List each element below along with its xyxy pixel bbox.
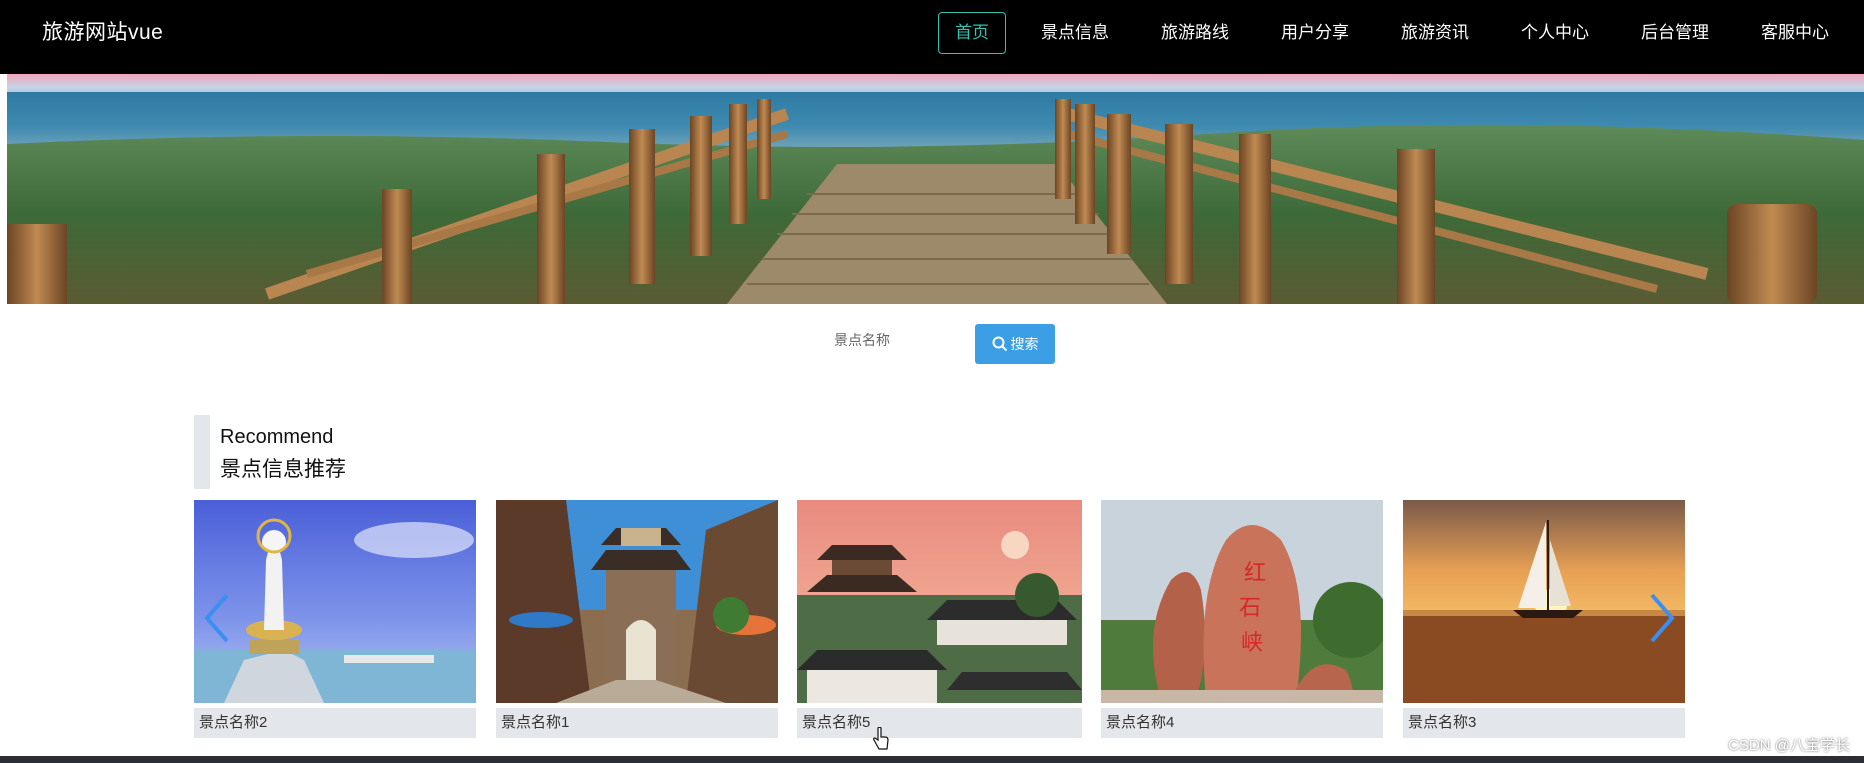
card-caption[interactable]: 景点名称3: [1403, 708, 1685, 738]
chevron-left-icon[interactable]: [202, 592, 232, 644]
watermark-text: CSDN @八宝学长: [1728, 737, 1850, 754]
svg-text:红: 红: [1244, 561, 1266, 586]
card-caption[interactable]: 景点名称4: [1101, 708, 1383, 738]
nav-item-customer-service[interactable]: 客服中心: [1744, 12, 1846, 54]
card-caption[interactable]: 景点名称5: [797, 708, 1082, 738]
nav-item-news[interactable]: 旅游资讯: [1384, 12, 1486, 54]
nav-item-admin[interactable]: 后台管理: [1624, 12, 1726, 54]
search-field-label[interactable]: 景点名称: [834, 330, 890, 350]
old-town-gate-image[interactable]: [496, 500, 778, 703]
nav-item-attractions[interactable]: 景点信息: [1024, 12, 1126, 54]
section-title-en: Recommend: [220, 426, 334, 448]
page-bottom-strip: [0, 756, 1864, 763]
attraction-card[interactable]: 景点名称5: [797, 500, 1082, 738]
attraction-card[interactable]: 景点名称3: [1403, 500, 1685, 738]
guanyin-statue-image[interactable]: [194, 500, 476, 703]
main-nav: 首页 景点信息 旅游路线 用户分享 旅游资讯 个人中心 后台管理 客服中心: [938, 12, 1864, 54]
nav-item-user-share[interactable]: 用户分享: [1264, 12, 1366, 54]
attraction-card[interactable]: 景点名称2: [194, 500, 476, 738]
attraction-card[interactable]: 景点名称1: [496, 500, 778, 738]
site-title[interactable]: 旅游网站vue: [42, 20, 163, 46]
nav-item-routes[interactable]: 旅游路线: [1144, 12, 1246, 54]
search-icon: [992, 336, 1007, 352]
nav-item-home[interactable]: 首页: [938, 12, 1006, 54]
search-button-label: 搜索: [1010, 336, 1039, 352]
chevron-right-icon[interactable]: [1647, 592, 1677, 644]
temple-rooftops-image[interactable]: [797, 500, 1082, 703]
top-navbar: 旅游网站vue 首页 景点信息 旅游路线 用户分享 旅游资讯 个人中心 后台管理…: [0, 0, 1864, 74]
red-rock-carving-image[interactable]: 红 石 峡: [1101, 500, 1383, 703]
hand-cursor-icon: [873, 727, 889, 750]
beach-boardwalk-image: [7, 74, 1864, 304]
search-button[interactable]: 搜索: [975, 324, 1055, 364]
svg-text:峡: 峡: [1241, 631, 1263, 656]
sailboat-sunset-image[interactable]: [1403, 500, 1685, 703]
card-caption[interactable]: 景点名称2: [194, 708, 476, 738]
section-title-cn: 景点信息推荐: [220, 458, 346, 481]
hero-banner[interactable]: [7, 74, 1864, 304]
card-caption[interactable]: 景点名称1: [496, 708, 778, 738]
svg-text:石: 石: [1239, 596, 1261, 621]
nav-item-personal-center[interactable]: 个人中心: [1504, 12, 1606, 54]
attraction-card[interactable]: 红 石 峡 景点名称4: [1101, 500, 1383, 738]
section-accent-bar: [194, 415, 210, 489]
